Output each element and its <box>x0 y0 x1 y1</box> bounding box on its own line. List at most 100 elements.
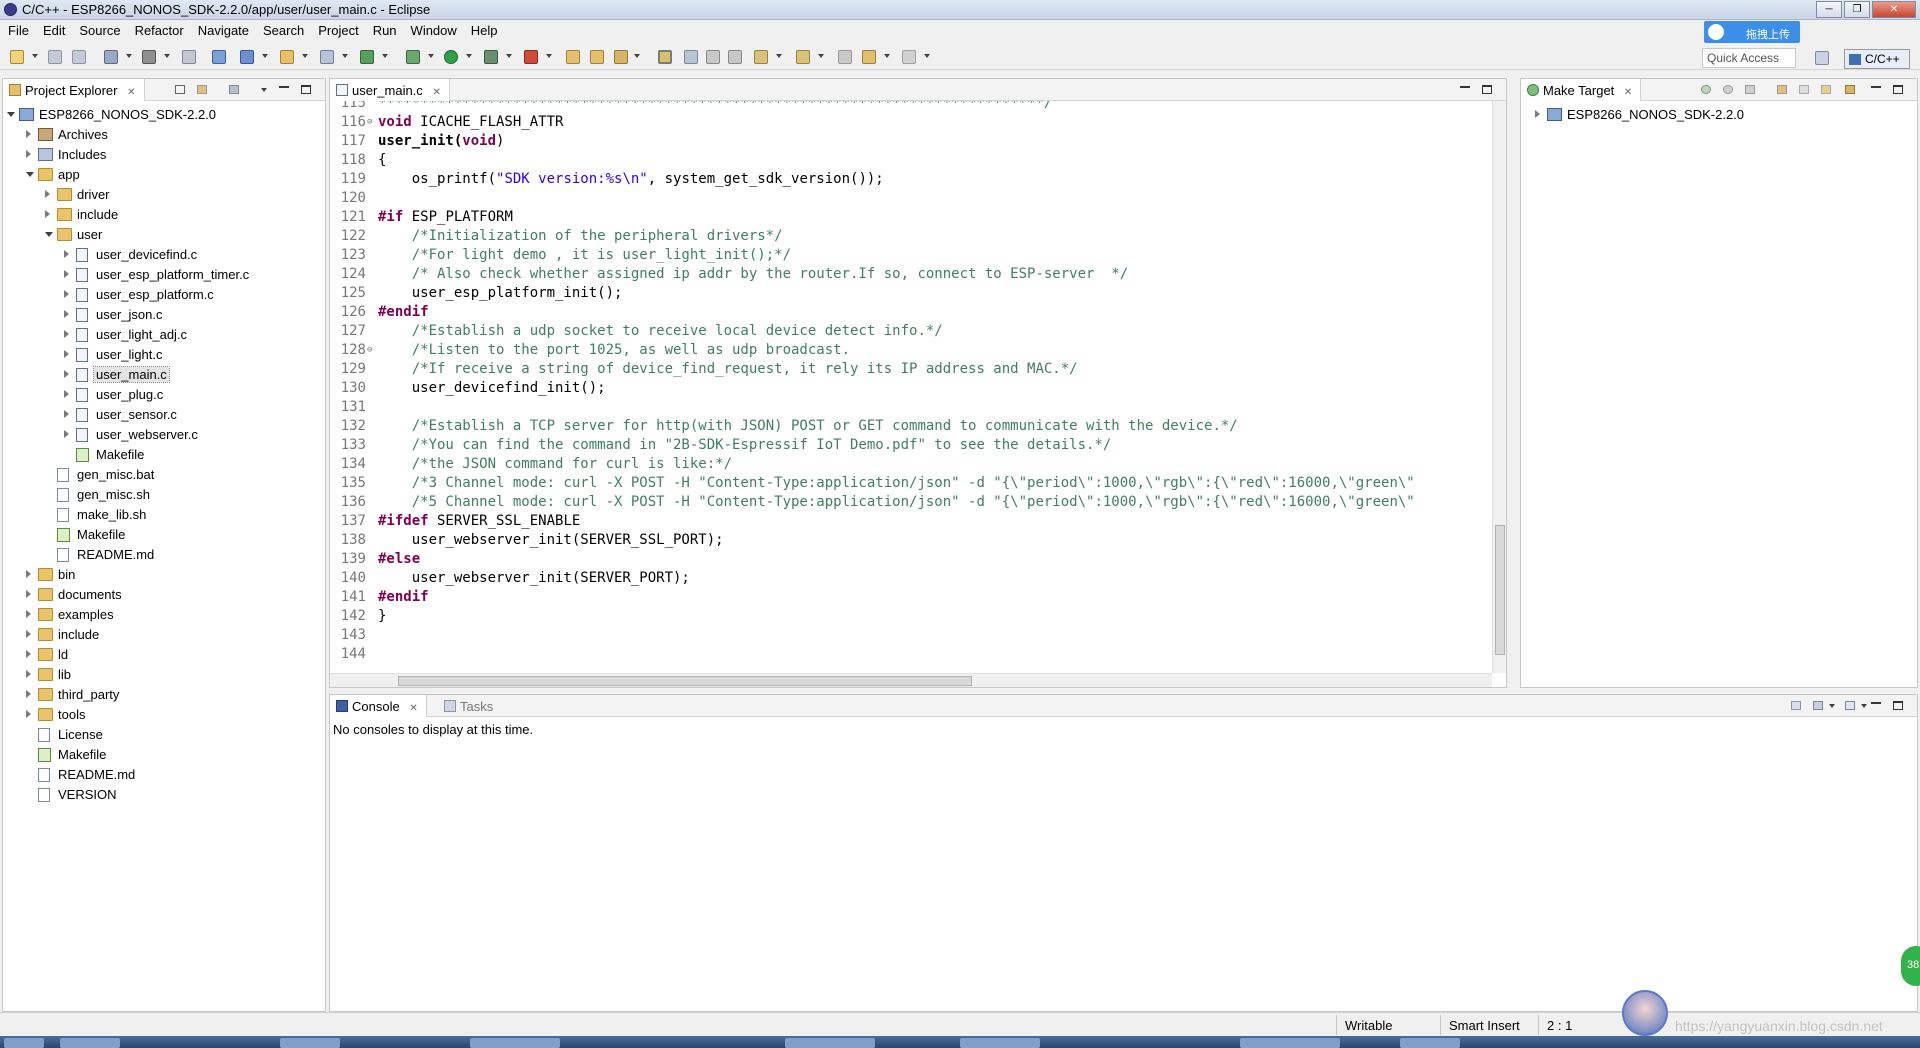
tree-item[interactable]: ESP8266_NONOS_SDK-2.2.0 <box>3 105 325 125</box>
prev-annotation-icon[interactable] <box>796 50 810 64</box>
edit-target-icon[interactable] <box>1745 85 1755 94</box>
menu-navigate[interactable]: Navigate <box>190 20 255 40</box>
open-console-icon[interactable] <box>1845 701 1855 710</box>
build-all-icon[interactable] <box>182 50 196 64</box>
tree-item[interactable]: include <box>3 625 325 645</box>
taskbar-item[interactable] <box>280 1038 340 1048</box>
taskbar-item[interactable] <box>1400 1038 1460 1048</box>
chevron-down-icon[interactable] <box>428 54 434 58</box>
run-config-icon[interactable] <box>484 50 498 64</box>
tree-item[interactable]: Includes <box>3 145 325 165</box>
tree-item[interactable]: user_json.c <box>3 305 325 325</box>
tree-item[interactable]: third_party <box>3 685 325 705</box>
scroll-thumb[interactable] <box>1495 525 1505 655</box>
expand-arrow-icon[interactable] <box>64 310 69 318</box>
chevron-down-icon[interactable] <box>546 54 552 58</box>
chevron-down-icon[interactable] <box>506 54 512 58</box>
back-arrow-icon[interactable] <box>862 50 876 64</box>
block-select-icon[interactable] <box>706 50 720 64</box>
expand-arrow-icon[interactable] <box>64 430 69 438</box>
tree-item[interactable]: documents <box>3 585 325 605</box>
close-button[interactable]: ✕ <box>1872 1 1916 18</box>
expand-arrow-icon[interactable] <box>64 330 69 338</box>
tree-item[interactable]: user_webserver.c <box>3 425 325 445</box>
minimize-view-icon[interactable] <box>279 84 289 88</box>
tree-item[interactable]: VERSION <box>3 785 325 805</box>
expand-arrow-icon[interactable] <box>64 290 69 298</box>
tree-item[interactable]: user <box>3 225 325 245</box>
tree-item[interactable]: bin <box>3 565 325 585</box>
view-menu-icon[interactable] <box>261 88 267 92</box>
status-badge[interactable]: 38 <box>1901 946 1920 986</box>
tree-item[interactable]: user_devicefind.c <box>3 245 325 265</box>
settings-icon[interactable] <box>104 50 118 64</box>
expand-arrow-icon[interactable] <box>26 710 31 718</box>
code-editor[interactable]: 115 *************************************… <box>330 101 1492 673</box>
expand-arrow-icon[interactable] <box>45 210 50 218</box>
mark-icon[interactable] <box>684 50 698 64</box>
collapse-arrow-icon[interactable] <box>45 232 53 237</box>
expand-arrow-icon[interactable] <box>64 350 69 358</box>
chevron-down-icon[interactable] <box>634 54 640 58</box>
tab-make-target[interactable]: Make Target ✕ <box>1521 79 1642 101</box>
tree-item[interactable]: gen_misc.sh <box>3 485 325 505</box>
whitespace-icon[interactable] <box>728 50 742 64</box>
chevron-down-icon[interactable] <box>126 54 132 58</box>
next-annotation-icon[interactable] <box>754 50 768 64</box>
filter-icon[interactable] <box>229 85 239 94</box>
last-edit-icon[interactable] <box>838 50 852 64</box>
external-tools-icon[interactable] <box>524 50 538 64</box>
expand-arrow-icon[interactable] <box>26 570 31 578</box>
chevron-down-icon[interactable] <box>466 54 472 58</box>
expand-arrow-icon[interactable] <box>26 690 31 698</box>
pen-icon[interactable] <box>614 50 628 64</box>
tree-item[interactable]: app <box>3 165 325 185</box>
taskbar-item[interactable] <box>470 1038 560 1048</box>
tree-item[interactable]: ld <box>3 645 325 665</box>
close-icon[interactable]: ✕ <box>409 703 417 714</box>
build-target-icon[interactable] <box>1723 85 1733 94</box>
chevron-down-icon[interactable] <box>818 54 824 58</box>
tab-console[interactable]: Console ✕ <box>330 695 427 717</box>
close-icon[interactable]: ✕ <box>1624 87 1632 98</box>
chevron-down-icon[interactable] <box>776 54 782 58</box>
highlight-toggle-icon[interactable] <box>658 50 672 64</box>
expand-arrow-icon[interactable] <box>26 130 31 138</box>
tree-item[interactable]: Archives <box>3 125 325 145</box>
display-console-icon[interactable] <box>1813 701 1823 710</box>
expand-arrow-icon[interactable] <box>64 370 69 378</box>
save-icon[interactable] <box>48 50 62 64</box>
menu-help[interactable]: Help <box>463 20 504 40</box>
menu-source[interactable]: Source <box>71 20 126 40</box>
menu-window[interactable]: Window <box>403 20 463 40</box>
tab-tasks[interactable]: Tasks <box>438 695 501 717</box>
minimize-view-icon[interactable] <box>1460 84 1470 88</box>
tree-item[interactable]: user_light_adj.c <box>3 325 325 345</box>
chevron-down-icon[interactable] <box>32 54 38 58</box>
expand-arrow-icon[interactable] <box>26 650 31 658</box>
fold-icon[interactable]: ⊖ <box>367 341 372 360</box>
home-icon[interactable] <box>1777 85 1787 94</box>
menu-search[interactable]: Search <box>255 20 310 40</box>
bug-icon[interactable] <box>406 50 420 64</box>
tree-item[interactable]: user_plug.c <box>3 385 325 405</box>
tree-item[interactable]: examples <box>3 605 325 625</box>
minimize-view-icon[interactable] <box>1871 700 1881 704</box>
expand-arrow-icon[interactable] <box>64 410 69 418</box>
minimize-view-icon[interactable] <box>1871 84 1881 88</box>
menu-file[interactable]: File <box>0 20 35 40</box>
open-folder-icon[interactable] <box>590 50 604 64</box>
close-icon[interactable]: ✕ <box>127 87 135 98</box>
filter-icon[interactable] <box>1845 85 1855 94</box>
tab-user-main-c[interactable]: user_main.c ✕ <box>330 79 450 101</box>
refresh-icon[interactable] <box>360 50 374 64</box>
run-icon[interactable] <box>444 50 458 64</box>
taskbar-item[interactable] <box>1240 1038 1340 1048</box>
tree-item[interactable]: user_esp_platform_timer.c <box>3 265 325 285</box>
link-editor-icon[interactable] <box>197 85 207 94</box>
new-folder-icon[interactable] <box>280 50 294 64</box>
expand-arrow-icon[interactable] <box>26 630 31 638</box>
open-perspective-icon[interactable] <box>1815 51 1829 65</box>
perspective-button[interactable]: C/C++ <box>1844 49 1910 69</box>
maximize-button[interactable]: ❐ <box>1844 1 1870 18</box>
